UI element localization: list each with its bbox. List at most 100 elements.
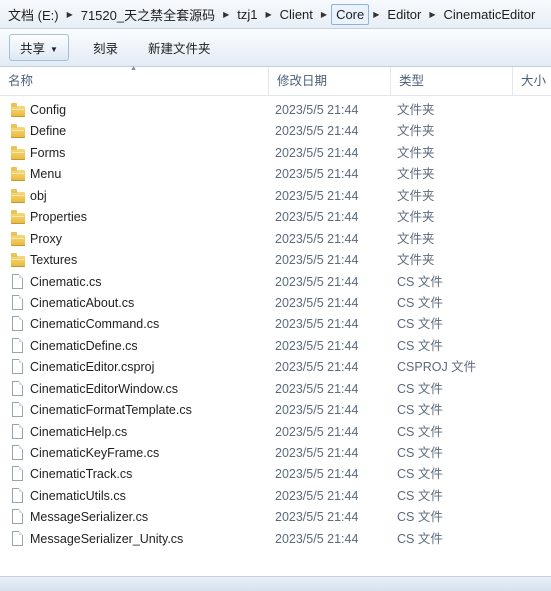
new-folder-button[interactable]: 新建文件夹 bbox=[138, 34, 221, 61]
breadcrumb-client[interactable]: Client bbox=[276, 4, 317, 25]
folder-icon bbox=[11, 188, 25, 203]
breadcrumb-editor[interactable]: Editor bbox=[383, 4, 425, 25]
file-type: 文件夹 bbox=[397, 167, 435, 182]
file-date: 2023/5/5 21:44 bbox=[275, 531, 359, 546]
file-row[interactable]: CinematicAbout.cs 2023/5/5 21:44 CS 文件 bbox=[0, 293, 551, 314]
file-name: CinematicCommand.cs bbox=[30, 317, 160, 332]
file-name: Textures bbox=[30, 253, 78, 268]
file-type: 文件夹 bbox=[397, 124, 435, 139]
column-size[interactable]: 大小 bbox=[512, 67, 551, 95]
file-icon bbox=[12, 487, 23, 503]
breadcrumb-arrow-icon[interactable]: ▶ bbox=[425, 10, 439, 19]
file-name: CinematicDefine.cs bbox=[30, 338, 138, 353]
file-name: CinematicEditorWindow.cs bbox=[30, 381, 178, 396]
file-type: CS 文件 bbox=[397, 295, 443, 310]
file-row[interactable]: CinematicEditorWindow.cs 2023/5/5 21:44 CS… bbox=[0, 379, 551, 400]
file-icon bbox=[12, 359, 23, 375]
file-name: Cinematic.cs bbox=[30, 274, 102, 289]
file-row[interactable]: Define 2023/5/5 21:44 文件夹 bbox=[0, 121, 551, 142]
file-icon bbox=[12, 316, 23, 332]
file-row[interactable]: CinematicFormatTemplate.cs 2023/5/5 21:44… bbox=[0, 400, 551, 421]
file-icon bbox=[12, 273, 23, 289]
file-date: 2023/5/5 21:44 bbox=[275, 231, 359, 246]
file-type: CS 文件 bbox=[397, 381, 443, 396]
breadcrumb-drive[interactable]: 文档 (E:) bbox=[4, 2, 63, 27]
breadcrumb-arrow-icon[interactable]: ▶ bbox=[317, 10, 331, 19]
file-name: Proxy bbox=[30, 231, 62, 246]
folder-icon bbox=[11, 210, 25, 225]
folder-icon bbox=[11, 103, 25, 117]
file-row[interactable]: CinematicCommand.cs 2023/5/5 21:44 CS 文件 bbox=[0, 314, 551, 335]
breadcrumb-arrow-icon[interactable]: ▶ bbox=[262, 10, 276, 19]
file-icon bbox=[12, 380, 23, 396]
folder-icon bbox=[11, 253, 25, 268]
file-date: 2023/5/5 21:44 bbox=[275, 381, 359, 396]
file-row[interactable]: Menu 2023/5/5 21:44 文件夹 bbox=[0, 164, 551, 185]
column-header: ▲ 名称 修改日期 类型 大小 bbox=[0, 65, 551, 96]
file-row[interactable]: CinematicEditor.csproj 2023/5/5 21:44 CSPR… bbox=[0, 357, 551, 378]
breadcrumb-core[interactable]: Core bbox=[331, 3, 370, 25]
file-row[interactable]: MessageSerializer_Unity.cs 2023/5/5 21:44… bbox=[0, 529, 551, 550]
file-row[interactable]: CinematicTrack.cs 2023/5/5 21:44 CS 文件 bbox=[0, 464, 551, 485]
file-icon bbox=[12, 337, 23, 353]
file-list: Config 2023/5/5 21:44 文件夹 Define 2023/5/5 21… bbox=[0, 100, 551, 550]
file-date: 2023/5/5 21:44 bbox=[275, 210, 359, 225]
file-row[interactable]: Textures 2023/5/5 21:44 文件夹 bbox=[0, 250, 551, 271]
file-name: MessageSerializer.cs bbox=[30, 510, 149, 525]
file-icon bbox=[12, 445, 23, 460]
file-date: 2023/5/5 21:44 bbox=[275, 424, 359, 439]
file-row[interactable]: Config 2023/5/5 21:44 文件夹 bbox=[0, 100, 551, 121]
folder-icon bbox=[11, 124, 25, 139]
file-type: CS 文件 bbox=[397, 424, 443, 439]
file-type: 文件夹 bbox=[397, 253, 435, 268]
file-date: 2023/5/5 21:44 bbox=[275, 274, 359, 289]
folder-icon bbox=[11, 231, 25, 246]
column-date[interactable]: 修改日期 bbox=[268, 67, 390, 95]
file-type: CS 文件 bbox=[397, 488, 443, 503]
file-type: 文件夹 bbox=[397, 145, 435, 160]
file-row[interactable]: Cinematic.cs 2023/5/5 21:44 CS 文件 bbox=[0, 272, 551, 293]
share-button[interactable]: 共享 ▼ bbox=[9, 34, 69, 61]
file-name: CinematicAbout.cs bbox=[30, 295, 135, 310]
file-row[interactable]: Forms 2023/5/5 21:44 文件夹 bbox=[0, 143, 551, 164]
share-label: 共享 bbox=[20, 42, 46, 56]
file-date: 2023/5/5 21:44 bbox=[275, 338, 359, 353]
file-type: CS 文件 bbox=[397, 274, 443, 289]
file-name: CinematicTrack.cs bbox=[30, 467, 133, 482]
file-name: obj bbox=[30, 188, 47, 203]
file-row[interactable]: MessageSerializer.cs 2023/5/5 21:44 CS 文件 bbox=[0, 507, 551, 528]
file-name: CinematicHelp.cs bbox=[30, 424, 128, 439]
column-type[interactable]: 类型 bbox=[390, 67, 512, 95]
file-icon bbox=[12, 466, 23, 482]
file-date: 2023/5/5 21:44 bbox=[275, 124, 359, 139]
address-bar[interactable]: 文档 (E:) ▶ 71520_天之禁全套源码 ▶ tzj1 ▶ Client … bbox=[0, 0, 551, 29]
file-row[interactable]: CinematicUtils.cs 2023/5/5 21:44 CS 文件 bbox=[0, 486, 551, 507]
file-icon bbox=[12, 294, 23, 310]
file-row[interactable]: obj 2023/5/5 21:44 文件夹 bbox=[0, 186, 551, 207]
file-date: 2023/5/5 21:44 bbox=[275, 403, 359, 418]
file-row[interactable]: Properties 2023/5/5 21:44 文件夹 bbox=[0, 207, 551, 228]
file-date: 2023/5/5 21:44 bbox=[275, 317, 359, 332]
file-date: 2023/5/5 21:44 bbox=[275, 253, 359, 268]
file-date: 2023/5/5 21:44 bbox=[275, 467, 359, 482]
file-row[interactable]: CinematicHelp.cs 2023/5/5 21:44 CS 文件 bbox=[0, 422, 551, 443]
breadcrumb-arrow-icon[interactable]: ▶ bbox=[63, 10, 77, 19]
file-date: 2023/5/5 21:44 bbox=[275, 510, 359, 525]
file-type: CS 文件 bbox=[397, 403, 443, 418]
breadcrumb-cinematic-editor[interactable]: CinematicEditor bbox=[440, 4, 540, 25]
breadcrumb-arrow-icon[interactable]: ▶ bbox=[219, 10, 233, 19]
breadcrumb-arrow-icon[interactable]: ▶ bbox=[369, 10, 383, 19]
breadcrumb-source-folder[interactable]: 71520_天之禁全套源码 bbox=[77, 2, 219, 27]
file-icon bbox=[12, 402, 23, 418]
file-date: 2023/5/5 21:44 bbox=[275, 145, 359, 160]
file-row[interactable]: CinematicDefine.cs 2023/5/5 21:44 CS 文件 bbox=[0, 336, 551, 357]
file-type: CS 文件 bbox=[397, 531, 443, 546]
file-date: 2023/5/5 21:44 bbox=[275, 188, 359, 203]
file-row[interactable]: Proxy 2023/5/5 21:44 文件夹 bbox=[0, 229, 551, 250]
column-name[interactable]: 名称 bbox=[0, 67, 268, 95]
file-icon bbox=[12, 423, 23, 439]
file-row[interactable]: CinematicKeyFrame.cs 2023/5/5 21:44 CS 文件 bbox=[0, 443, 551, 464]
chevron-down-icon: ▼ bbox=[50, 45, 58, 54]
burn-button[interactable]: 刻录 bbox=[83, 34, 128, 61]
breadcrumb-tzj1[interactable]: tzj1 bbox=[233, 4, 261, 25]
